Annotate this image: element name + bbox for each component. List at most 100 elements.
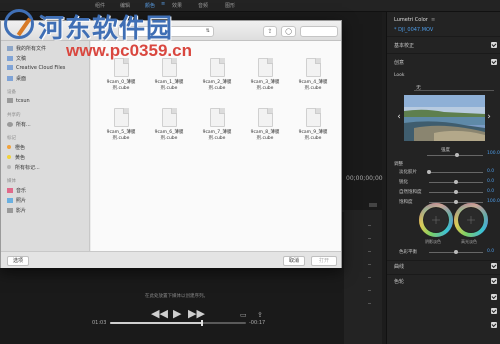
workspace-tab-assembly[interactable]: 组件 [95,2,105,9]
drop-media-hint: 在此处放置下媒体以创建序列。 [145,294,208,299]
workspace-tab-color[interactable]: 颜色 [145,2,155,9]
chevron-left-icon[interactable]: ‹ [395,111,403,123]
color-wheels-header[interactable]: 色轮 [394,278,404,285]
audio-meter-tick [368,290,371,291]
divider [387,274,500,275]
sidebar-item-music[interactable]: 音乐 [7,187,26,194]
fade-film-value[interactable]: 0.0 [487,169,494,174]
file-item[interactable]: 9cam_1_薄膜 剂.cube [147,58,191,91]
saturation-value[interactable]: 100.0 [487,199,500,204]
file-item[interactable]: 9cam_4_薄膜 剂.cube [291,58,335,91]
highlight-tint-wheel[interactable] [454,203,488,237]
play-icon[interactable]: ▶ [173,307,181,320]
panel-menu-icon[interactable]: ≡ [431,17,435,23]
scrub-bar[interactable] [110,320,246,326]
highlight-tint-label: 高光淡色 [461,239,477,244]
network-icon [7,122,13,127]
shadow-tint-wheel[interactable] [419,203,453,237]
fade-film-label: 淡化胶片 [399,170,417,175]
look-select[interactable]: 无 [414,84,494,91]
workspace-tab-editing[interactable]: 编辑 [120,2,130,9]
sidebar-item-movies[interactable]: 影片 [7,207,26,214]
sidebar-item-all-tags[interactable]: 所有标记... [7,164,40,171]
intensity-value[interactable]: 100.0 [487,151,500,156]
menu-lines-icon[interactable]: ≡ [161,1,165,7]
chevron-right-icon[interactable]: › [485,111,493,123]
tint-balance-value[interactable]: 0.0 [487,249,494,254]
creative-header[interactable]: 创意 [394,59,404,66]
workspace-tab-audio[interactable]: 音频 [198,2,208,9]
file-item[interactable]: 9cam_0_薄膜 剂.cube [99,58,143,91]
open-button[interactable]: 打开 [311,256,337,266]
clip-name[interactable]: * DJI_0047.MOV [394,27,433,33]
file-item[interactable]: 9cam_6_薄膜 剂.cube [147,108,191,141]
sidebar-item-photos[interactable]: 照片 [7,197,26,204]
section-checkbox[interactable] [491,322,497,328]
step-forward-icon[interactable]: ▶▶ [188,307,205,320]
sidebar-item-tag-orange[interactable]: 橙色 [7,144,25,151]
look-preview-image [404,95,485,141]
fade-film-slider[interactable] [429,172,483,173]
audio-meter-tick [368,238,371,239]
tint-balance-label: 色彩平衡 [399,250,417,255]
adjust-header[interactable]: 调整 [394,161,403,167]
vibrance-value[interactable]: 0.0 [487,189,494,194]
audio-meter-tick [368,303,371,304]
sidebar-item-shared-all[interactable]: 所有... [7,121,31,128]
basic-correction-header[interactable]: 基本校正 [394,42,414,49]
display-icon[interactable]: ▭ [240,311,247,319]
file-item[interactable]: 9cam_2_薄膜 剂.cube [195,58,239,91]
section-checkbox[interactable] [491,294,497,300]
basic-correction-checkbox[interactable] [491,42,497,48]
vibrance-label: 自然饱和度 [399,190,422,195]
vibrance-knob[interactable] [454,190,458,194]
premiere-workspace: 组件 编辑 颜色 ≡ 效果 音频 图形 00;00;00;00 在此处放置下媒体… [0,0,500,344]
sidebar-item-computer[interactable]: tcsun [7,98,30,104]
timecode-display[interactable]: 00;00;00;00 [346,175,383,182]
file-item[interactable]: 9cam_7_薄膜 剂.cube [195,108,239,141]
intensity-knob[interactable] [455,153,459,157]
track-button[interactable] [369,203,377,207]
divider [387,53,500,54]
creative-checkbox[interactable] [491,59,497,65]
workspace-tab-graphics[interactable]: 图形 [225,2,235,9]
tag-dot-icon [7,165,11,169]
section-checkbox[interactable] [491,308,497,314]
tint-balance-knob[interactable] [454,250,458,254]
sharpen-value[interactable]: 0.0 [487,179,494,184]
color-wheels-checkbox[interactable] [491,278,497,284]
file-item[interactable]: 9cam_3_薄膜 剂.cube [243,58,287,91]
audio-meter-tick [368,277,371,278]
search-input[interactable] [300,26,338,37]
tag-icon[interactable]: ◯ [281,26,296,37]
share-icon[interactable]: ⇪ [257,311,263,319]
look-label: Look [394,73,405,78]
file-item[interactable]: 9cam_5_薄膜 剂.cube [99,108,143,141]
step-back-icon[interactable]: ◀◀ [151,307,168,320]
folder-select[interactable]: ⇅ [118,26,214,37]
cancel-button[interactable]: 取消 [283,256,305,266]
tag-dot-icon [7,155,11,159]
sidebar-item-creative-cloud[interactable]: Creative Cloud Files [7,65,65,71]
sharpen-knob[interactable] [454,180,458,184]
photos-icon [7,198,13,203]
workspace-tab-effects[interactable]: 效果 [172,2,182,9]
section-tags: 标记 [7,136,16,141]
sidebar-item-all-files[interactable]: 我的所有文件 [7,45,46,52]
sidebar-item-documents[interactable]: 文稿 [7,55,26,62]
playhead[interactable] [201,320,204,326]
options-button[interactable]: 选项 [7,256,29,266]
sidebar-item-tag-yellow[interactable]: 黄色 [7,154,25,161]
file-item[interactable]: 9cam_8_薄膜 剂.cube [243,108,287,141]
document-icon [161,108,177,127]
current-time: 01:03 [92,320,107,326]
sidebar-item-desktop[interactable]: 桌面 [7,75,26,82]
share-icon[interactable]: ⇪ [263,26,277,37]
cloud-folder-icon [7,65,13,70]
divider [387,36,500,37]
curves-checkbox[interactable] [491,263,497,269]
file-item[interactable]: 9cam_9_薄膜 剂.cube [291,108,335,141]
fade-film-knob[interactable] [427,170,431,174]
section-devices: 设备 [7,90,16,95]
curves-header[interactable]: 曲线 [394,263,404,270]
